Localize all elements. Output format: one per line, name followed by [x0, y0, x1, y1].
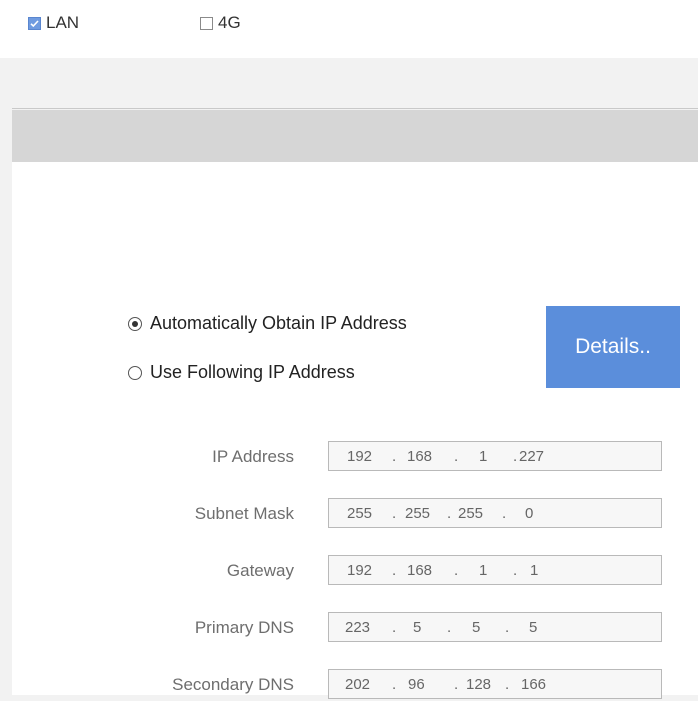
secondary-dns-octet-3[interactable]: 128 — [466, 676, 491, 693]
lan-checkbox[interactable]: LAN — [28, 13, 79, 33]
primary-dns-dot-1: . — [392, 619, 397, 636]
ip-address-label: IP Address — [212, 447, 294, 466]
primary-dns-octet-2[interactable]: 5 — [413, 619, 421, 636]
subnet-dot-1: . — [392, 505, 397, 522]
secondary-dns-label: Secondary DNS — [172, 675, 294, 694]
subnet-mask-row: Subnet Mask 255 . 255 . 255 . 0 — [0, 498, 698, 530]
primary-dns-octet-3[interactable]: 5 — [472, 619, 480, 636]
gateway-label: Gateway — [226, 561, 294, 580]
ip-dot-3: . — [513, 448, 518, 465]
manual-ip-radio-circle[interactable] — [128, 365, 142, 380]
ip-dot-2: . — [454, 448, 459, 465]
ip-octet-2[interactable]: 168 — [407, 448, 432, 465]
gateway-octet-1[interactable]: 192 — [347, 562, 372, 579]
ip-octet-1[interactable]: 192 — [347, 448, 372, 465]
ip-address-row: IP Address 192 . 168 . 1 . 227 — [0, 441, 698, 473]
gateway-dot-2: . — [454, 562, 459, 579]
primary-dns-dot-2: . — [447, 619, 452, 636]
4g-checkbox-box[interactable] — [200, 16, 213, 30]
gateway-octet-2[interactable]: 168 — [407, 562, 432, 579]
secondary-dns-row: Secondary DNS 202 . 96 . 128 . 166 — [0, 669, 698, 701]
secondary-dns-dot-2: . — [454, 676, 459, 693]
ip-address-field[interactable]: 192 . 168 . 1 . 227 — [328, 441, 662, 471]
section-header-band — [12, 110, 698, 162]
section-divider — [12, 108, 698, 109]
primary-dns-octet-1[interactable]: 223 — [345, 619, 370, 636]
primary-dns-row: Primary DNS 223 . 5 . 5 . 5 — [0, 612, 698, 644]
subnet-mask-label: Subnet Mask — [194, 504, 294, 523]
gateway-octet-3[interactable]: 1 — [479, 562, 487, 579]
subnet-dot-2: . — [447, 505, 452, 522]
secondary-dns-dot-3: . — [505, 676, 510, 693]
manual-ip-radio[interactable]: Use Following IP Address — [128, 362, 355, 383]
ip-octet-4[interactable]: 227 — [519, 448, 544, 465]
primary-dns-label: Primary DNS — [194, 618, 294, 637]
check-icon — [30, 19, 39, 27]
subnet-octet-1[interactable]: 255 — [347, 505, 372, 522]
subnet-octet-3[interactable]: 255 — [458, 505, 483, 522]
gateway-row: Gateway 192 . 168 . 1 . 1 — [0, 555, 698, 587]
subnet-dot-3: . — [502, 505, 507, 522]
ip-octet-3[interactable]: 1 — [479, 448, 487, 465]
gateway-field[interactable]: 192 . 168 . 1 . 1 — [328, 555, 662, 585]
manual-ip-label: Use Following IP Address — [150, 362, 355, 382]
lan-checkbox-box[interactable] — [28, 16, 41, 30]
auto-ip-radio[interactable]: Automatically Obtain IP Address — [128, 313, 407, 334]
gateway-octet-4[interactable]: 1 — [530, 562, 538, 579]
secondary-dns-dot-1: . — [392, 676, 397, 693]
primary-dns-dot-3: . — [505, 619, 510, 636]
gateway-dot-1: . — [392, 562, 397, 579]
connection-type-bar: LAN 4G — [0, 0, 698, 58]
subnet-mask-field[interactable]: 255 . 255 . 255 . 0 — [328, 498, 662, 528]
lan-label: LAN — [46, 13, 80, 32]
gateway-dot-3: . — [513, 562, 518, 579]
4g-checkbox[interactable]: 4G — [200, 13, 241, 33]
auto-ip-label: Automatically Obtain IP Address — [150, 313, 407, 333]
primary-dns-field[interactable]: 223 . 5 . 5 . 5 — [328, 612, 662, 642]
4g-label: 4G — [218, 13, 241, 32]
primary-dns-octet-4[interactable]: 5 — [529, 619, 537, 636]
subnet-octet-4[interactable]: 0 — [525, 505, 533, 522]
auto-ip-radio-circle[interactable] — [128, 316, 142, 331]
ip-dot-1: . — [392, 448, 397, 465]
details-button[interactable]: Details.. — [546, 306, 680, 388]
secondary-dns-octet-4[interactable]: 166 — [521, 676, 546, 693]
secondary-dns-octet-1[interactable]: 202 — [345, 676, 370, 693]
secondary-dns-octet-2[interactable]: 96 — [408, 676, 425, 693]
subnet-octet-2[interactable]: 255 — [405, 505, 430, 522]
